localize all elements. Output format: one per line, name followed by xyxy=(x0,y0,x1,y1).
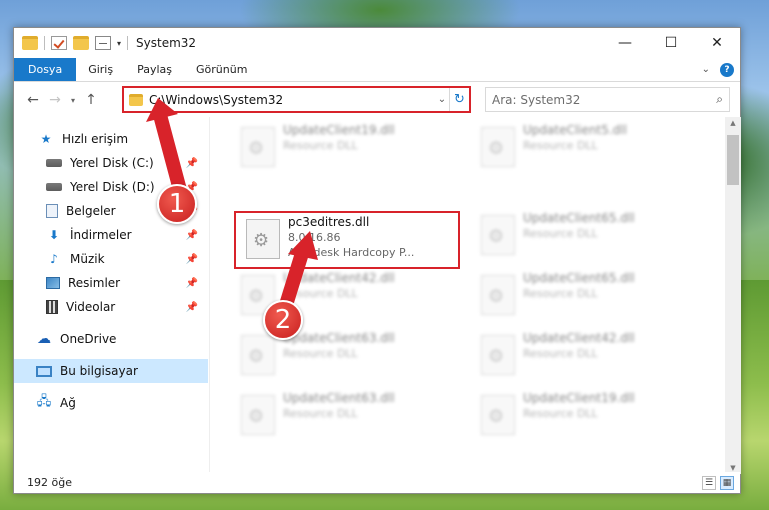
step-1-badge: 1 xyxy=(157,184,197,224)
arrow-head xyxy=(288,231,318,260)
arrow-to-address-bar xyxy=(153,108,187,197)
annotation-arrows xyxy=(146,98,318,312)
step-2-badge: 2 xyxy=(263,300,303,340)
arrow-to-file xyxy=(279,243,310,312)
